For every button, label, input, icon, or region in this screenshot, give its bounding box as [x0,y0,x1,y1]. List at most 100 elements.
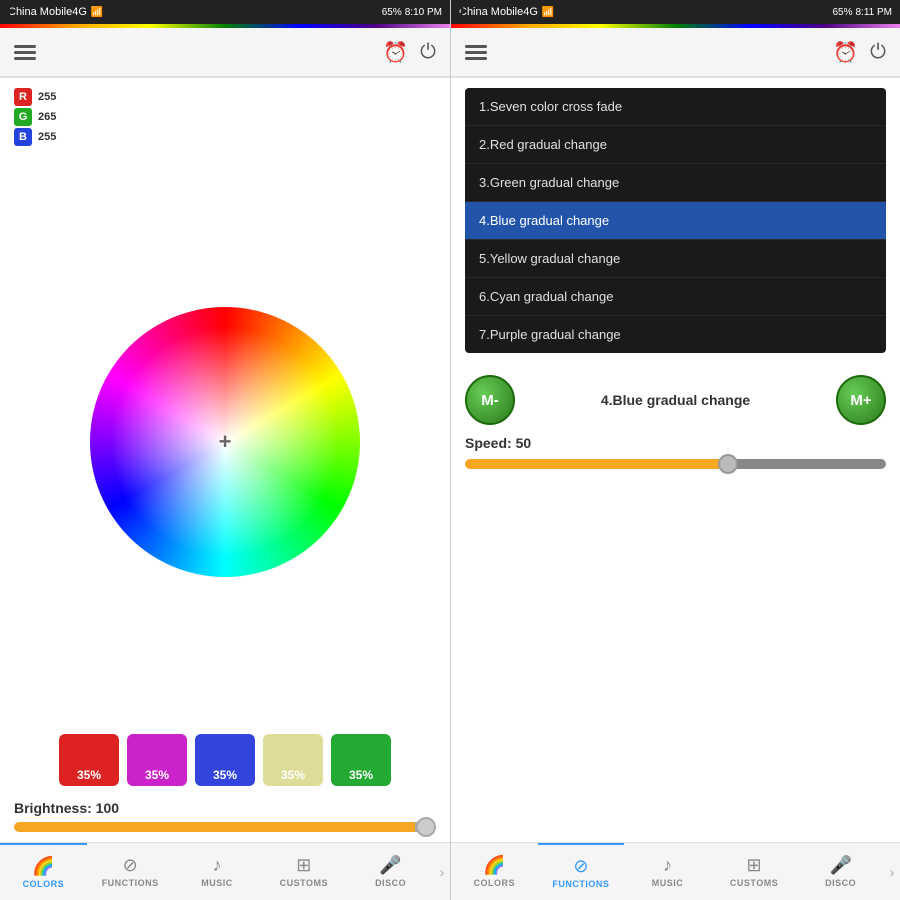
music-icon-2: ♪ [663,855,672,876]
b-value: 255 [38,131,56,143]
status-bar-2: China Mobile4G 📶 65% 8:11 PM [451,0,900,24]
customs-icon-1: ⊞ [296,855,311,876]
tab-functions-label-1: FUNCTIONS [102,878,159,888]
hamburger-menu-2[interactable] [465,45,487,60]
function-item-5[interactable]: 5.Yellow gradual change [465,240,886,278]
rgb-row-b: B 255 [14,128,436,146]
tab-disco-label-2: DISCO [825,878,856,888]
tab-arrow-1[interactable]: › [434,843,450,900]
tab-music-label-1: MUSIC [201,878,233,888]
function-item-7[interactable]: 7.Purple gradual change [465,316,886,353]
r-value: 255 [38,91,56,103]
tab-customs-label-2: CUSTOMS [730,878,778,888]
rgb-row-r: R 255 [14,88,436,106]
brightness-label: Brightness: 100 [14,800,436,816]
hamburger-line [14,51,36,54]
hamburger-line [465,51,487,54]
tab-functions-2[interactable]: ⊘ FUNCTIONS [538,843,625,900]
time-1: 8:10 PM [405,7,442,18]
mode-next-label: M+ [850,392,871,409]
hamburger-line [14,45,36,48]
rgb-row-g: G 265 [14,108,436,126]
screen-1: 1. China Mobile4G 📶 65% 8:10 PM ⏰ ⏻ R [0,0,450,900]
tab-customs-label-1: CUSTOMS [280,878,328,888]
color-wheel-container[interactable]: + [0,150,450,734]
hamburger-menu-1[interactable] [14,45,36,60]
time-2: 8:11 PM [856,7,893,18]
function-item-4[interactable]: 4.Blue gradual change [465,202,886,240]
hamburger-line [465,45,487,48]
hamburger-line [465,57,487,60]
speed-thumb[interactable] [718,454,738,474]
mode-prev-button[interactable]: M- [465,375,515,425]
tab-customs-2[interactable]: ⊞ CUSTOMS [711,843,798,900]
rgb-display: R 255 G 265 B 255 [0,78,450,150]
speed-slider[interactable] [465,459,886,469]
top-bar-1: ⏰ ⏻ [0,28,450,78]
function-item-1[interactable]: 1.Seven color cross fade [465,88,886,126]
crosshair: + [219,429,232,455]
color-swatch-2[interactable]: 35% [195,734,255,786]
tab-functions-label-2: FUNCTIONS [552,879,609,889]
carrier-icon-2: 📶 [542,7,554,18]
bottom-tabs-2: 🌈 COLORS ⊘ FUNCTIONS ♪ MUSIC ⊞ CUSTOMS 🎤… [451,842,900,900]
mode-next-button[interactable]: M+ [836,375,886,425]
mode-prev-label: M- [481,392,499,409]
brightness-thumb[interactable] [416,817,436,837]
colors-icon-1: 🌈 [32,856,54,877]
tab-colors-label-1: COLORS [23,879,65,889]
tab-disco-2[interactable]: 🎤 DISCO [797,843,884,900]
g-label: G [14,108,32,126]
tab-arrow-2[interactable]: › [884,843,900,900]
tab-music-label-2: MUSIC [652,878,684,888]
power-icon-1[interactable]: ⏻ [420,41,436,64]
alarm-icon-2[interactable]: ⏰ [833,40,858,65]
screen-2-label: 2. [453,2,471,28]
color-swatch-1[interactable]: 35% [127,734,187,786]
screen-2: 2. China Mobile4G 📶 65% 8:11 PM ⏰ ⏻ 1.Se… [450,0,900,900]
color-swatch-3[interactable]: 35% [263,734,323,786]
tab-customs-1[interactable]: ⊞ CUSTOMS [260,843,347,900]
main-content-2: 1.Seven color cross fade2.Red gradual ch… [451,78,900,842]
status-bar-1: China Mobile4G 📶 65% 8:10 PM [0,0,450,24]
g-value: 265 [38,111,56,123]
function-item-3[interactable]: 3.Green gradual change [465,164,886,202]
bottom-tabs-1: 🌈 COLORS ⊘ FUNCTIONS ♪ MUSIC ⊞ CUSTOMS 🎤… [0,842,450,900]
color-wheel[interactable]: + [90,307,360,577]
functions-icon-1: ⊘ [123,855,138,876]
customs-icon-2: ⊞ [747,855,762,876]
hamburger-line [14,57,36,60]
mode-display-label: 4.Blue gradual change [529,392,822,408]
function-item-6[interactable]: 6.Cyan gradual change [465,278,886,316]
tab-music-1[interactable]: ♪ MUSIC [174,843,261,900]
speed-section: Speed: 50 [451,429,900,479]
function-item-2[interactable]: 2.Red gradual change [465,126,886,164]
colors-icon-2: 🌈 [483,855,505,876]
power-icon-2[interactable]: ⏻ [870,41,886,64]
function-list: 1.Seven color cross fade2.Red gradual ch… [465,88,886,353]
b-label: B [14,128,32,146]
top-bar-2: ⏰ ⏻ [451,28,900,78]
tab-functions-1[interactable]: ⊘ FUNCTIONS [87,843,174,900]
battery-2: 65% [832,7,852,18]
tab-colors-label-2: COLORS [474,878,516,888]
tab-music-2[interactable]: ♪ MUSIC [624,843,711,900]
tab-disco-label-1: DISCO [375,878,406,888]
brightness-section: Brightness: 100 [0,794,450,842]
color-swatch-0[interactable]: 35% [59,734,119,786]
color-swatch-4[interactable]: 35% [331,734,391,786]
color-swatches: 35%35%35%35%35% [0,734,450,794]
mode-control: M- 4.Blue gradual change M+ [451,363,900,429]
tab-colors-2[interactable]: 🌈 COLORS [451,843,538,900]
main-content-1: R 255 G 265 B 255 + 35%35%35%35%35% Brig… [0,78,450,842]
music-icon-1: ♪ [212,855,221,876]
screen-1-label: 1. [2,2,20,28]
disco-icon-1: 🎤 [379,855,401,876]
battery-1: 65% [382,7,402,18]
r-label: R [14,88,32,106]
tab-disco-1[interactable]: 🎤 DISCO [347,843,434,900]
alarm-icon-1[interactable]: ⏰ [383,40,408,65]
speed-label: Speed: 50 [465,435,886,451]
tab-colors-1[interactable]: 🌈 COLORS [0,843,87,900]
brightness-slider[interactable] [14,822,436,832]
